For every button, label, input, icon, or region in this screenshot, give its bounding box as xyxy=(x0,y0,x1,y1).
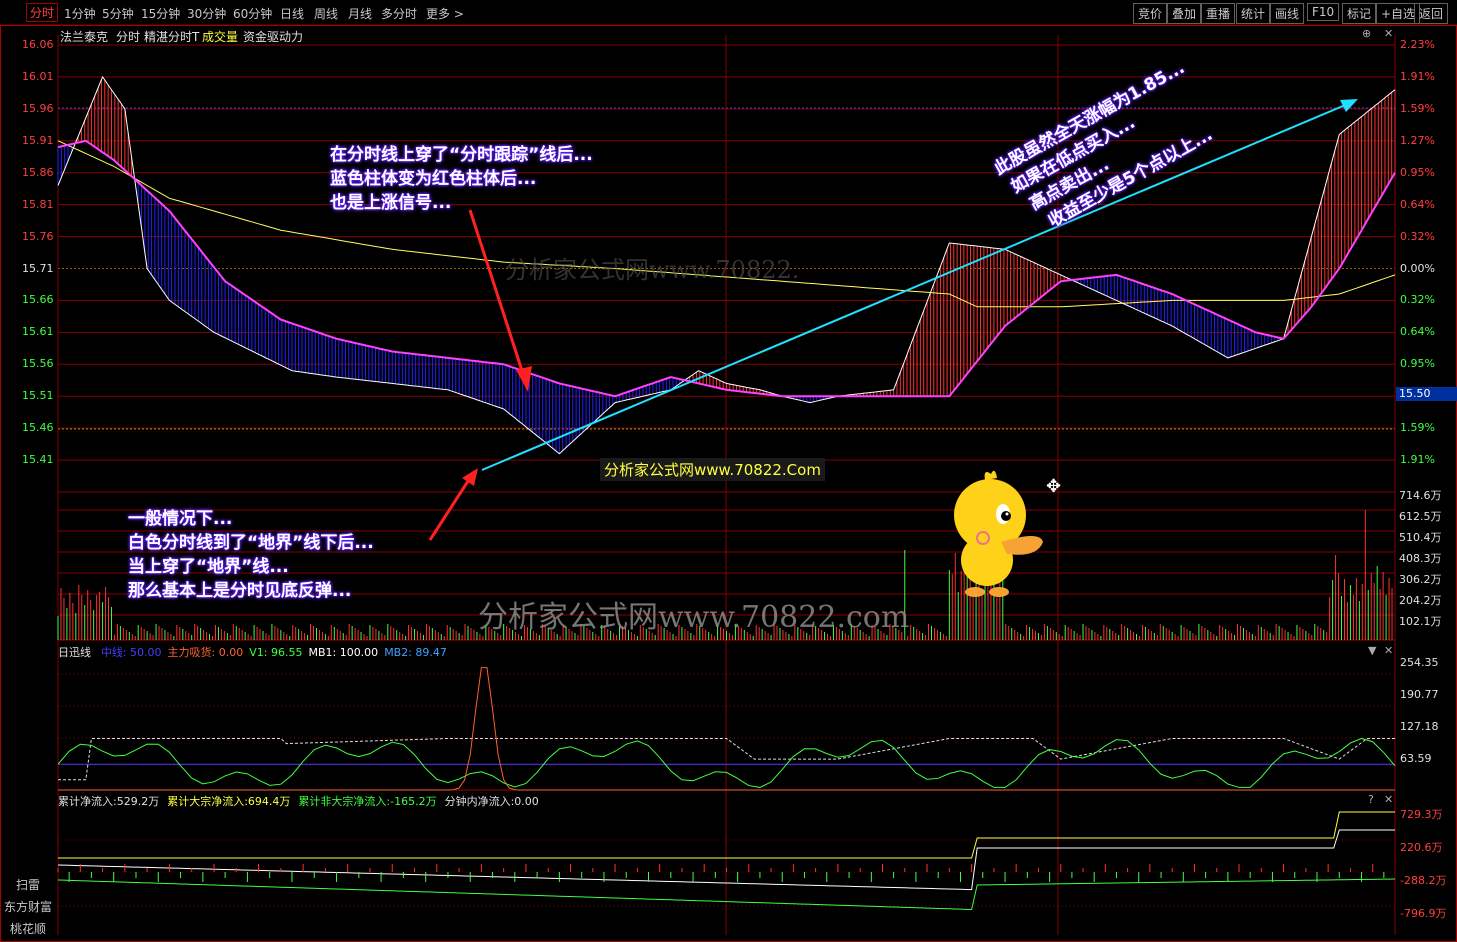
price-tick-label: 15.51 xyxy=(22,389,54,403)
current-price-tag: 15.50 xyxy=(1396,387,1457,401)
percent-tick-label: 0.64% xyxy=(1400,197,1435,211)
volume-tick-label: 510.4万 xyxy=(1399,531,1442,544)
indicator1-tick-label: 127.18 xyxy=(1400,720,1439,733)
volume-tick-label: 612.5万 xyxy=(1399,510,1442,523)
indicator2-param: 累计大宗净流入:694.4万 xyxy=(167,795,291,808)
percent-tick-label: 0.00% xyxy=(1400,261,1435,275)
indicator1-param: MB2: 89.47 xyxy=(384,646,447,659)
price-tick-label: 15.56 xyxy=(22,357,54,371)
percent-tick-label: 0.32% xyxy=(1400,229,1435,243)
indicator2-tick-label: -288.2万 xyxy=(1400,874,1447,887)
volume-tick-label: 204.2万 xyxy=(1399,594,1442,607)
volume-tick-label: 306.2万 xyxy=(1399,573,1442,586)
trend-arrow xyxy=(481,102,1351,471)
percent-tick-label: 0.95% xyxy=(1400,357,1435,371)
duck-mascot-icon xyxy=(954,470,1043,597)
annotation-line: 也是上涨信号... xyxy=(330,193,452,213)
price-tick-label: 15.71 xyxy=(22,261,54,275)
red-arrow xyxy=(468,209,527,381)
annotation-line: 在分时线上穿了“分时跟踪”线后... xyxy=(330,145,593,165)
indicator2-tick-label: 220.6万 xyxy=(1400,841,1443,854)
taohuashun-button[interactable]: 桃花顺 xyxy=(2,920,54,937)
price-tick-label: 15.81 xyxy=(22,197,54,211)
annotation-line: 一般情况下... xyxy=(128,509,233,529)
indicator2-param: 分钟内净流入:0.00 xyxy=(444,795,539,808)
price-tick-label: 15.41 xyxy=(22,453,54,467)
indicator1-tick-label: 254.35 xyxy=(1400,656,1439,669)
red-arrowhead xyxy=(462,468,478,486)
percent-tick-label: 2.23% xyxy=(1400,38,1435,51)
indicator1-tick-label: 190.77 xyxy=(1400,688,1439,701)
annotation-line: 当上穿了“地界”线... xyxy=(128,557,289,577)
annotation-line: 白色分时线到了“地界”线下后... xyxy=(128,533,374,553)
percent-tick-label: 1.27% xyxy=(1400,133,1435,147)
indicator1-param: 主力吸货: 0.00 xyxy=(167,646,244,659)
annotation-line: 那么基本上是分时见底反弹... xyxy=(128,581,352,601)
annotation-track-crossover: 在分时线上穿了“分时跟踪”线后... 蓝色柱体变为红色柱体后... 也是上涨信号… xyxy=(330,143,593,215)
indicator1-param: MB1: 100.00 xyxy=(308,646,379,659)
indicator2-header: 累计净流入:529.2万 累计大宗净流入:694.4万 累计非大宗净流入:-165.… xyxy=(58,793,547,809)
indicator2-param: 累计非大宗净流入:-165.2万 xyxy=(298,795,437,808)
indicator1-close-icon[interactable]: ✕ xyxy=(1384,644,1393,657)
indicator1-param: 中线: 50.00 xyxy=(100,646,162,659)
indicator1-param: V1: 96.55 xyxy=(249,646,303,659)
volume-tick-label: 408.3万 xyxy=(1399,552,1442,565)
volume-tick-label: 102.1万 xyxy=(1399,615,1442,628)
price-tick-label: 15.91 xyxy=(22,133,54,147)
price-tick-label: 15.86 xyxy=(22,165,54,179)
price-tick-label: 16.06 xyxy=(22,38,54,51)
eastmoney-button[interactable]: 东方财富 xyxy=(2,898,54,915)
percent-tick-label: 0.95% xyxy=(1400,165,1435,179)
indicator1-name: 日迅线 xyxy=(58,646,91,659)
indicator2-tick-label: 729.3万 xyxy=(1400,808,1443,821)
annotation-bottom-rebound: 一般情况下... 白色分时线到了“地界”线下后... 当上穿了“地界”线... … xyxy=(128,507,374,603)
indicator2-close-icon[interactable]: ✕ xyxy=(1384,793,1393,806)
percent-tick-label: 1.59% xyxy=(1400,421,1435,435)
percent-tick-label: 0.32% xyxy=(1400,293,1435,307)
sweep-button[interactable]: 扫雷 xyxy=(2,876,54,893)
indicator2-tick-label: -796.9万 xyxy=(1400,907,1447,920)
percent-tick-label: 1.59% xyxy=(1400,101,1435,115)
watermark-faded: 分析家公式网www.70822. xyxy=(505,256,800,284)
percent-tick-label: 1.91% xyxy=(1400,69,1435,83)
price-tick-label: 15.61 xyxy=(22,325,54,339)
volume-tick-label: 714.6万 xyxy=(1399,489,1442,502)
indicator1-header: 日迅线 中线: 50.00 主力吸货: 0.00 V1: 96.55 MB1: 100… xyxy=(58,644,447,660)
watermark-badge: 分析家公式网www.70822.Com xyxy=(600,458,825,481)
annotation-line: 蓝色柱体变为红色柱体后... xyxy=(330,169,537,189)
percent-tick-label: 0.64% xyxy=(1400,325,1435,339)
percent-tick-label: 1.91% xyxy=(1400,453,1435,467)
indicator1-menu-icon[interactable]: ▼ xyxy=(1368,644,1376,657)
move-cursor-icon: ✥ xyxy=(1046,476,1062,497)
watermark-large: 分析家公式网www.70822.com xyxy=(478,600,910,635)
price-tick-label: 16.01 xyxy=(22,69,54,83)
indicator2-param: 累计净流入:529.2万 xyxy=(58,795,160,808)
price-tick-label: 15.96 xyxy=(22,101,54,115)
price-tick-label: 15.46 xyxy=(22,421,54,435)
indicator1-tick-label: 63.59 xyxy=(1400,752,1432,765)
price-tick-label: 15.66 xyxy=(22,293,54,307)
indicator2-help-icon[interactable]: ? xyxy=(1368,793,1374,806)
price-tick-label: 15.76 xyxy=(22,229,54,243)
